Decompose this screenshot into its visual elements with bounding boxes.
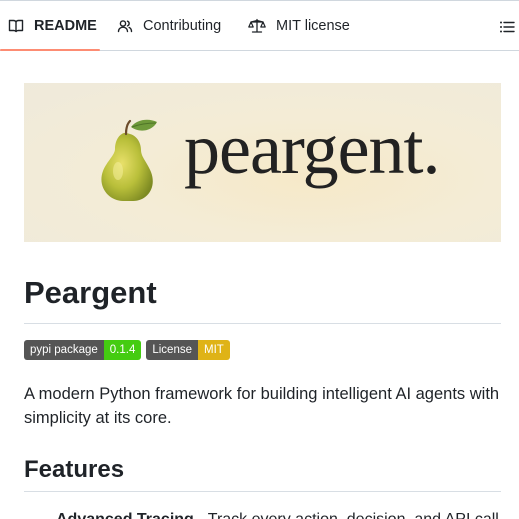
pear-icon [96, 119, 166, 214]
title-divider [24, 323, 501, 324]
tab-readme[interactable]: README [0, 1, 100, 51]
tab-readme-label: README [34, 17, 97, 34]
tab-license[interactable]: MIT license [248, 1, 350, 50]
badge-label: License [146, 340, 198, 360]
banner-wordmark: peargent. [184, 109, 441, 189]
project-description: A modern Python framework for building i… [24, 385, 500, 427]
table-of-contents-button[interactable] [499, 19, 515, 35]
badge-value: MIT [198, 340, 230, 360]
license-badge[interactable]: License MIT [146, 340, 230, 360]
law-scale-icon [248, 18, 266, 34]
readme-title: Peargent [24, 275, 157, 310]
badge-row: pypi package 0.1.4 License MIT [24, 340, 230, 360]
people-icon [117, 18, 133, 34]
badge-label: pypi package [24, 340, 104, 360]
badge-value: 0.1.4 [103, 340, 142, 360]
tab-contributing-label: Contributing [143, 17, 222, 34]
features-heading: Features [24, 456, 125, 483]
pypi-package-badge[interactable]: pypi package 0.1.4 [24, 340, 142, 360]
list-unordered-icon [499, 21, 515, 39]
feature-text: - Track every action, decision, and API … [194, 511, 499, 519]
readme-banner-image: peargent. [24, 83, 501, 242]
repo-tab-bar: README Contributing MIT license [0, 0, 519, 51]
tab-contributing[interactable]: Contributing [117, 1, 221, 50]
features-divider [24, 491, 501, 492]
book-icon [8, 18, 24, 34]
tab-license-label: MIT license [276, 17, 350, 34]
list-item: Advanced Tracing - Track every action, d… [56, 509, 519, 519]
feature-name: Advanced Tracing [56, 511, 194, 519]
